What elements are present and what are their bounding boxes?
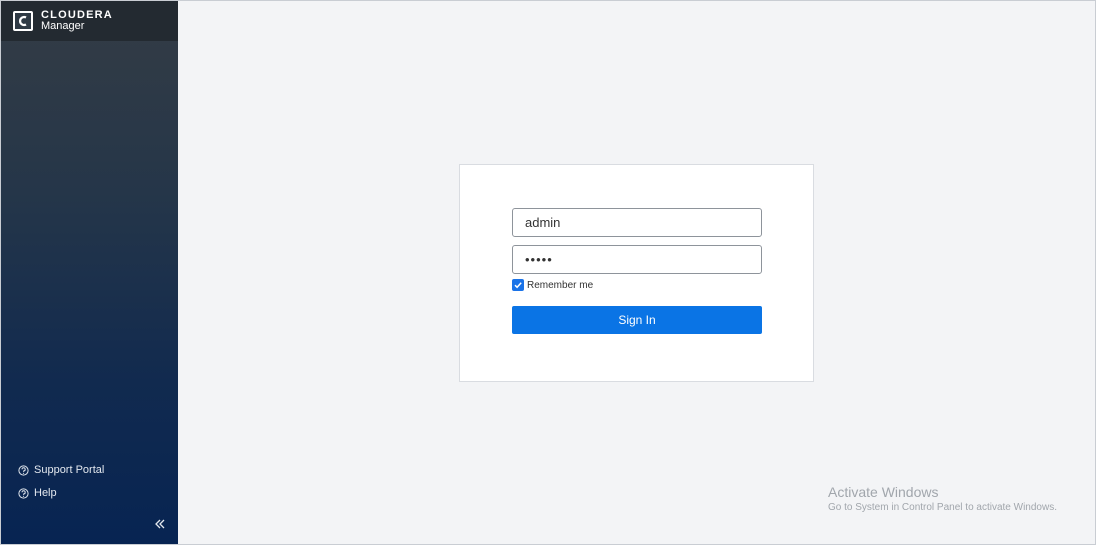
brand-text: CLOUDERA Manager (41, 10, 113, 32)
watermark-subtitle: Go to System in Control Panel to activat… (828, 502, 1057, 513)
cloudera-logo-icon (13, 11, 33, 31)
collapse-sidebar-button[interactable] (153, 517, 167, 531)
sidebar-item-support-portal[interactable]: Support Portal (18, 462, 104, 478)
help-circle-icon (18, 464, 29, 476)
sidebar-item-label: Help (34, 487, 57, 499)
password-field[interactable]: ••••• (512, 245, 762, 274)
sidebar-item-help[interactable]: Help (18, 485, 104, 501)
brand-header[interactable]: CLOUDERA Manager (1, 1, 178, 41)
sign-in-button[interactable]: Sign In (512, 306, 762, 334)
remember-me-checkbox[interactable] (512, 279, 524, 291)
brand-product: Manager (41, 20, 85, 32)
password-value: ••••• (525, 252, 553, 267)
sidebar-footer-links: Support Portal Help (18, 462, 104, 508)
double-chevron-left-icon (155, 519, 165, 529)
remember-me[interactable]: Remember me (512, 279, 593, 291)
windows-activation-watermark: Activate Windows Go to System in Control… (828, 484, 1057, 513)
login-card: admin ••••• Remember me Sign In (459, 164, 814, 382)
watermark-title: Activate Windows (828, 484, 939, 500)
sidebar: CLOUDERA Manager Support Portal Help (1, 1, 178, 544)
checkmark-icon (514, 282, 522, 289)
remember-me-label: Remember me (527, 279, 594, 291)
app-window: CLOUDERA Manager Support Portal Help adm… (0, 0, 1096, 545)
help-circle-icon (18, 487, 29, 499)
username-value: admin (525, 215, 561, 230)
sidebar-item-label: Support Portal (34, 464, 105, 476)
username-field[interactable]: admin (512, 208, 762, 237)
